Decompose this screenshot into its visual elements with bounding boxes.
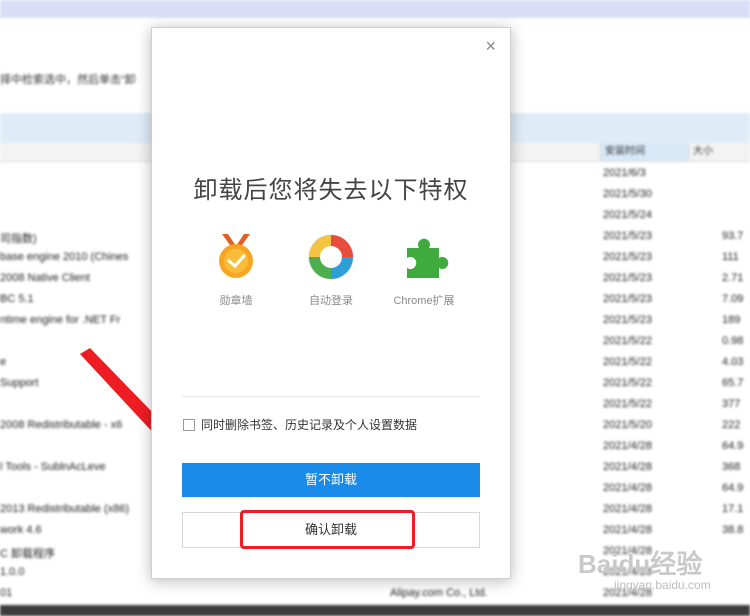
table-cell-date: 2021/4/28 xyxy=(603,545,652,557)
table-cell-date: 2021/5/23 xyxy=(603,251,652,263)
table-cell-date: 2021/6/3 xyxy=(603,167,646,179)
table-cell-date: 2021/5/23 xyxy=(603,272,652,284)
puzzle-extension-icon xyxy=(407,238,449,278)
privilege-label: Chrome扩展 xyxy=(393,295,455,307)
table-cell-size: 93.7 xyxy=(722,230,744,242)
delete-data-checkbox[interactable] xyxy=(183,418,195,431)
table-cell-size: 38.8 xyxy=(722,524,744,536)
table-cell-name: 1.0.0 xyxy=(0,566,25,578)
table-cell-name: 2008 Redistributable - x6 xyxy=(0,419,123,431)
table-cell-name: work 4.6 xyxy=(0,524,42,536)
table-cell-date: 2021/4/28 xyxy=(603,482,652,494)
privilege-item-chrome-extension: Chrome扩展 xyxy=(384,232,464,308)
table-cell-publisher: Alipay.com Co., Ltd. xyxy=(390,587,488,599)
table-cell-size: 65.7 xyxy=(722,377,744,389)
keep-button[interactable]: 暂不卸载 xyxy=(182,463,480,497)
delete-data-label: 同时删除书签、历史记录及个人设置数据 xyxy=(201,418,418,432)
table-cell-name: BC 5.1 xyxy=(0,293,34,305)
table-cell-name: C 卸载程序 xyxy=(0,548,55,560)
table-cell-size: 377 xyxy=(722,398,741,410)
table-cell-size: 111 xyxy=(722,251,739,263)
window-top-strip xyxy=(0,0,750,18)
table-cell-size: 0.98 xyxy=(722,335,744,347)
privilege-label: 勋章墙 xyxy=(219,295,253,307)
table-cell-date: 2021/5/22 xyxy=(603,356,652,368)
privilege-item-autologin: 自动登录 xyxy=(291,232,371,308)
table-row[interactable]: 01 Alipay.com Co., Ltd. 2021/4/28 xyxy=(0,583,750,604)
uninstall-dialog: × 卸载后您将失去以下特权 勋章墙 自动登录 Chrome扩展 同时删除书签、历… xyxy=(151,27,511,579)
privilege-list: 勋章墙 自动登录 Chrome扩展 xyxy=(152,232,510,322)
column-header-size[interactable]: 大小 xyxy=(688,143,750,161)
table-cell-date: 2021/5/23 xyxy=(603,230,652,242)
app-logo-icon xyxy=(308,234,354,280)
table-cell-date: 2021/4/28 xyxy=(603,587,652,599)
table-cell-date: 2021/4/28 xyxy=(603,503,652,515)
table-cell-name: 2008 Native Client xyxy=(0,272,90,284)
table-cell-name: 01 xyxy=(0,587,13,599)
medal-icon xyxy=(219,234,253,278)
table-cell-date: 2021/5/23 xyxy=(603,314,652,326)
privilege-item-medal: 勋章墙 xyxy=(196,232,276,308)
table-cell-name: e xyxy=(0,356,7,368)
table-cell-date: 2021/4/28 xyxy=(603,461,652,473)
table-cell-name: ntime engine for .NET Fr xyxy=(0,314,121,326)
table-cell-date: 2021/5/24 xyxy=(603,209,652,221)
delete-data-option[interactable]: 同时删除书签、历史记录及个人设置数据 xyxy=(183,416,417,433)
table-cell-size: 4.03 xyxy=(722,356,744,368)
table-cell-date: 2021/4/28 xyxy=(603,566,652,578)
table-cell-date: 2021/4/28 xyxy=(603,440,652,452)
table-cell-name: l Tools - SublnAcLeve xyxy=(0,461,106,473)
table-cell-date: 2021/5/30 xyxy=(603,188,652,200)
column-header-date[interactable]: 安装时间 xyxy=(600,143,689,161)
table-cell-size: 7.09 xyxy=(722,293,744,305)
table-cell-date: 2021/5/22 xyxy=(603,335,652,347)
table-cell-size: 368 xyxy=(722,461,741,473)
table-cell-size: 189 xyxy=(722,314,741,326)
background-hint-text: 择中检索选中，然后单击“卸 xyxy=(0,74,136,86)
table-cell-size: 17.1 xyxy=(722,503,744,515)
table-cell-date: 2021/5/20 xyxy=(603,419,652,431)
table-cell-size: 222 xyxy=(722,419,741,431)
background-status-bar xyxy=(0,605,750,616)
table-cell-size: 64.9 xyxy=(722,440,744,452)
confirm-uninstall-button[interactable]: 确认卸载 xyxy=(182,512,480,548)
table-cell-date: 2021/4/28 xyxy=(603,524,652,536)
dialog-divider xyxy=(182,396,480,397)
table-cell-name: base engine 2010 (Chines xyxy=(0,251,129,263)
table-cell-date: 2021/5/23 xyxy=(603,293,652,305)
table-cell-name: Support xyxy=(0,377,39,389)
dialog-title: 卸载后您将失去以下特权 xyxy=(193,177,469,204)
table-cell-name: 2013 Redistributable (x86) xyxy=(0,503,130,515)
table-cell-name: 司指数) xyxy=(0,233,37,245)
privilege-label: 自动登录 xyxy=(309,295,353,307)
table-cell-date: 2021/5/22 xyxy=(603,377,652,389)
table-cell-size: 64.9 xyxy=(722,482,744,494)
close-icon[interactable]: × xyxy=(485,36,496,57)
table-cell-date: 2021/5/22 xyxy=(603,398,652,410)
table-cell-size: 2.71 xyxy=(722,272,744,284)
